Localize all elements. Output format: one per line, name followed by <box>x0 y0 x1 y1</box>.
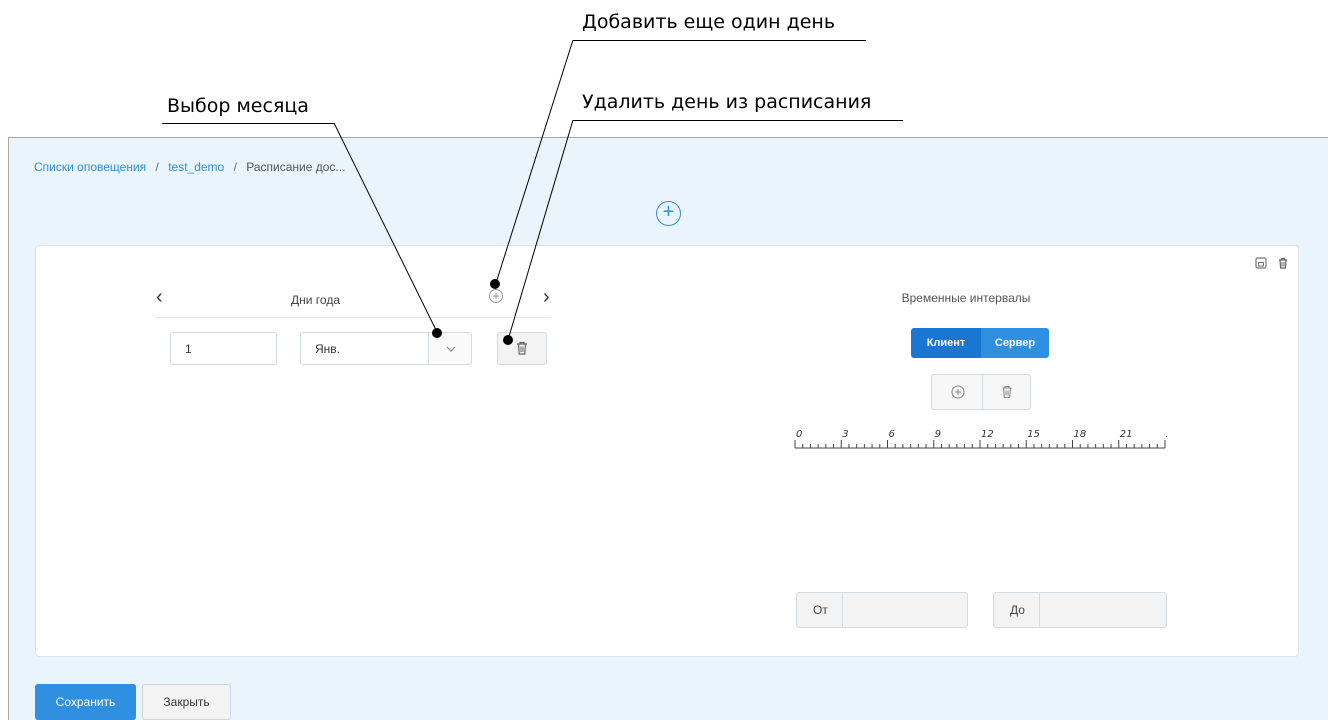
callout-add-day-underline <box>573 40 866 41</box>
ruler-label: 0 <box>796 429 802 440</box>
month-select[interactable]: Янв. <box>300 332 430 365</box>
next-arrow-icon[interactable]: › <box>543 286 550 308</box>
trash-icon <box>517 341 527 355</box>
time-ruler[interactable]: 0 3 6 9 12 15 18 21 24 <box>793 424 1179 452</box>
days-title: Дни года <box>291 293 340 307</box>
schedule-card: ‹ Дни года + › 1 Янв. Временные интервал… <box>35 245 1299 657</box>
close-button[interactable]: Закрыть <box>142 684 231 720</box>
add-schedule-button[interactable]: + <box>656 201 681 226</box>
day-number-field[interactable]: 1 <box>170 332 277 365</box>
ruler-label: 3 <box>842 429 848 440</box>
callout-month-select-underline <box>162 123 334 124</box>
to-field[interactable]: До <box>993 592 1167 628</box>
breadcrumb-separator: / <box>233 160 237 174</box>
days-header: ‹ Дни года + › <box>156 286 551 318</box>
callout-add-day: Добавить еще один день <box>582 11 836 33</box>
ruler-label: 12 <box>981 429 994 440</box>
add-interval-icon[interactable] <box>950 384 966 400</box>
toggle-server[interactable]: Сервер <box>981 328 1049 358</box>
month-dropdown-button[interactable] <box>428 332 472 365</box>
app-window: Списки оповещения / test_demo / Расписан… <box>8 137 1328 720</box>
toggle-client[interactable]: Клиент <box>911 328 981 358</box>
callout-month-select: Выбор месяца <box>167 95 309 117</box>
ruler-label: 24 <box>1166 429 1167 440</box>
intervals-title: Временные интервалы <box>901 291 1031 305</box>
ruler-label: 6 <box>889 429 895 440</box>
breadcrumb-item-notification-lists[interactable]: Списки оповещения <box>34 160 146 174</box>
from-field[interactable]: От <box>796 592 968 628</box>
ruler-label: 18 <box>1074 429 1087 440</box>
trash-icon[interactable] <box>999 384 1015 400</box>
interval-tools <box>931 374 1031 410</box>
from-label: От <box>797 593 843 627</box>
breadcrumb-separator: / <box>155 160 159 174</box>
delete-day-button[interactable] <box>497 332 547 365</box>
chevron-down-icon <box>446 346 456 352</box>
ruler-label: 15 <box>1027 429 1040 440</box>
add-day-icon[interactable]: + <box>489 289 503 303</box>
breadcrumb: Списки оповещения / test_demo / Расписан… <box>34 160 345 174</box>
callout-delete-day-underline <box>573 120 903 121</box>
tool-divider <box>982 375 983 409</box>
save-button[interactable]: Сохранить <box>35 684 136 720</box>
prev-arrow-icon[interactable]: ‹ <box>156 286 163 308</box>
trash-icon[interactable] <box>1276 256 1290 270</box>
save-icon[interactable] <box>1254 256 1268 270</box>
card-actions <box>1254 256 1290 270</box>
breadcrumb-item-current: Расписание дос... <box>246 160 346 174</box>
ruler-label: 9 <box>935 429 941 440</box>
to-label: До <box>994 593 1040 627</box>
callout-delete-day: Удалить день из расписания <box>582 91 872 113</box>
breadcrumb-item-test-demo[interactable]: test_demo <box>168 160 224 174</box>
ruler-label: 21 <box>1120 429 1133 440</box>
